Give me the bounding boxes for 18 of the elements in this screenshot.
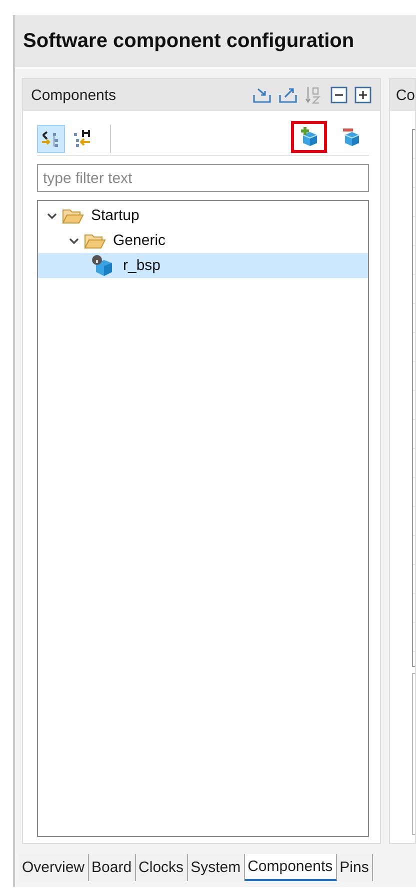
editor-tab[interactable]: Components bbox=[244, 854, 337, 881]
tree-item[interactable]: Generic bbox=[38, 228, 368, 253]
import-icon[interactable] bbox=[252, 86, 272, 104]
tree-item[interactable]: r_bsp bbox=[38, 253, 368, 278]
filter-field[interactable]: type filter text bbox=[37, 164, 369, 192]
panel-title: Co bbox=[396, 86, 415, 104]
h-tree-icon bbox=[72, 129, 92, 149]
collapse-all-icon[interactable] bbox=[330, 86, 348, 104]
panel-title: Components bbox=[31, 86, 116, 104]
c-tree-icon bbox=[41, 129, 61, 149]
export-icon[interactable] bbox=[278, 86, 298, 104]
expand-all-icon[interactable] bbox=[354, 86, 372, 104]
add-component-button[interactable] bbox=[290, 121, 327, 153]
tree-item[interactable]: Startup bbox=[38, 203, 368, 228]
c-source-tree-button[interactable] bbox=[37, 125, 65, 153]
folder-icon bbox=[62, 206, 84, 224]
folder-icon bbox=[84, 232, 106, 250]
window-title: Software component configuration bbox=[23, 30, 354, 52]
